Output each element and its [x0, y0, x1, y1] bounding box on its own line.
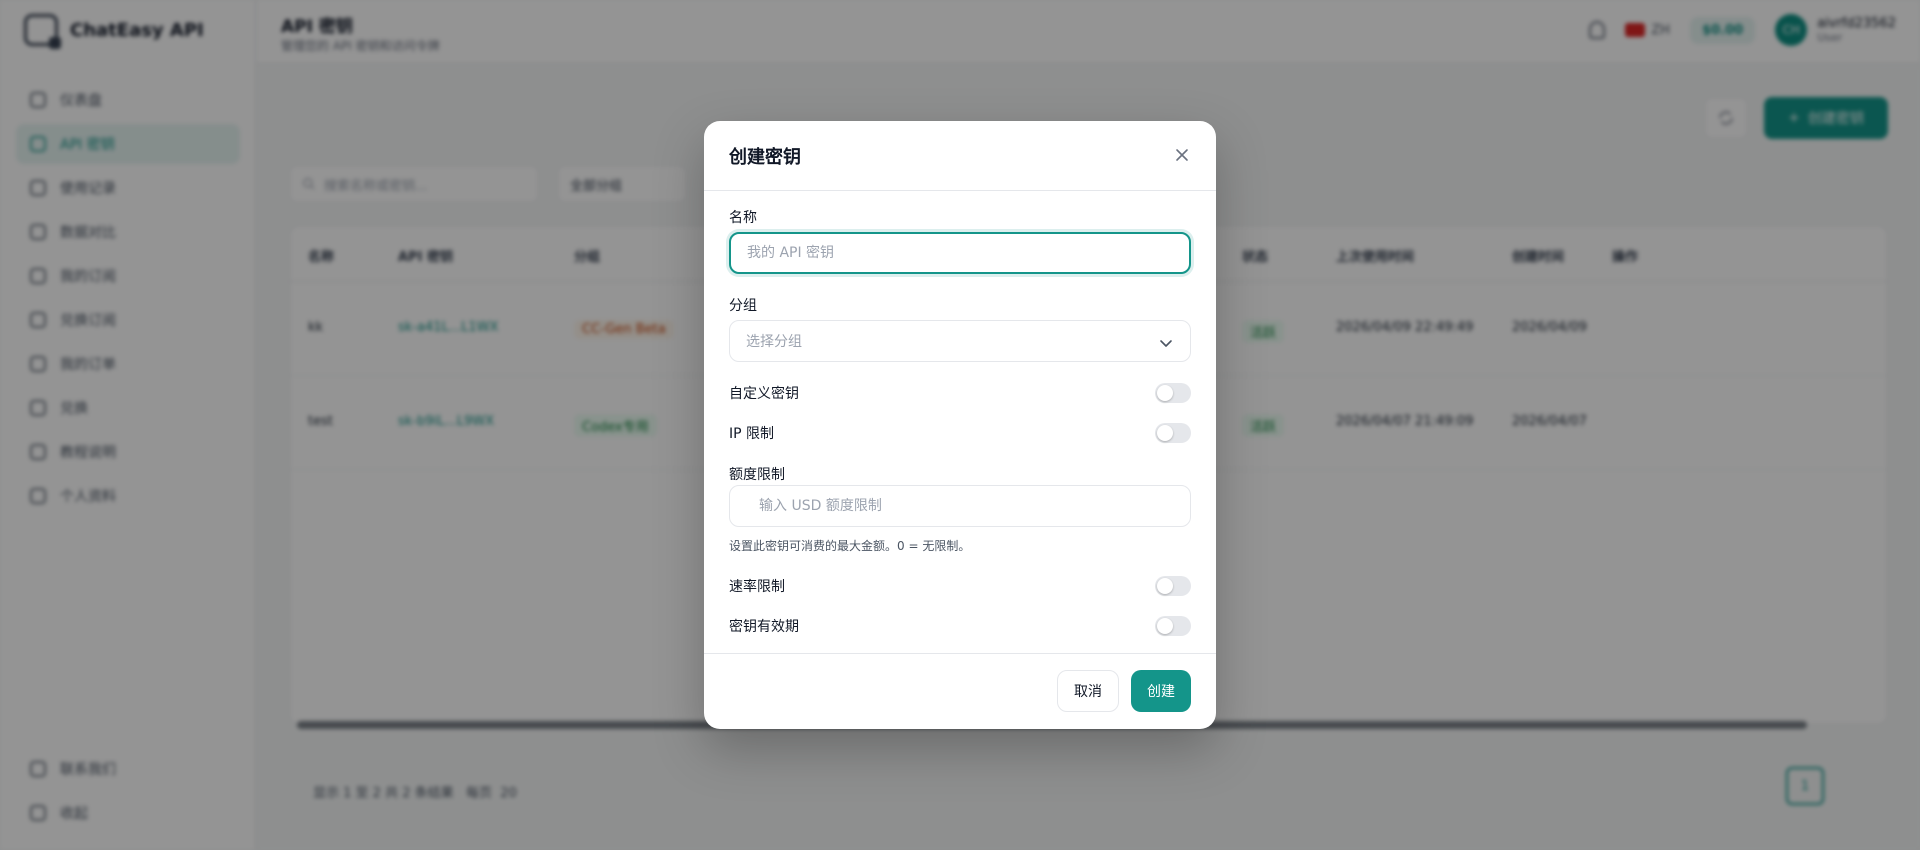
rate-limit-row: 速率限制: [729, 574, 1191, 598]
create-key-dialog: 创建密钥 名称 分组 选择分组 自定义密钥 IP 限制 额度限制 $ 设置此密钥…: [704, 121, 1216, 729]
name-input[interactable]: [729, 232, 1191, 274]
quota-label: 额度限制: [729, 467, 785, 483]
custom-key-toggle[interactable]: [1155, 383, 1191, 403]
cancel-button[interactable]: 取消: [1057, 670, 1119, 712]
expiry-toggle[interactable]: [1155, 616, 1191, 636]
group-label: 分组: [729, 298, 757, 314]
dialog-header: 创建密钥: [704, 121, 1216, 191]
rate-limit-toggle[interactable]: [1155, 576, 1191, 596]
custom-key-label: 自定义密钥: [729, 386, 799, 402]
ip-limit-label: IP 限制: [729, 426, 775, 442]
dialog-title: 创建密钥: [729, 147, 801, 168]
create-button[interactable]: 创建: [1131, 670, 1191, 712]
dialog-footer: 取消 创建: [704, 653, 1216, 729]
quota-help-text: 设置此密钥可消费的最大金额。0 = 无限制。: [729, 539, 971, 553]
chevron-down-icon: [1160, 340, 1172, 347]
close-icon[interactable]: [1172, 145, 1192, 165]
group-select[interactable]: 选择分组: [729, 320, 1191, 362]
ip-limit-toggle[interactable]: [1155, 423, 1191, 443]
name-label: 名称: [729, 210, 757, 226]
expiry-label: 密钥有效期: [729, 619, 799, 635]
rate-limit-label: 速率限制: [729, 579, 785, 595]
quota-input[interactable]: [729, 485, 1191, 527]
ip-limit-row: IP 限制: [729, 421, 1191, 445]
group-select-placeholder: 选择分组: [746, 334, 802, 350]
custom-key-row: 自定义密钥: [729, 381, 1191, 405]
expiry-row: 密钥有效期: [729, 614, 1191, 638]
